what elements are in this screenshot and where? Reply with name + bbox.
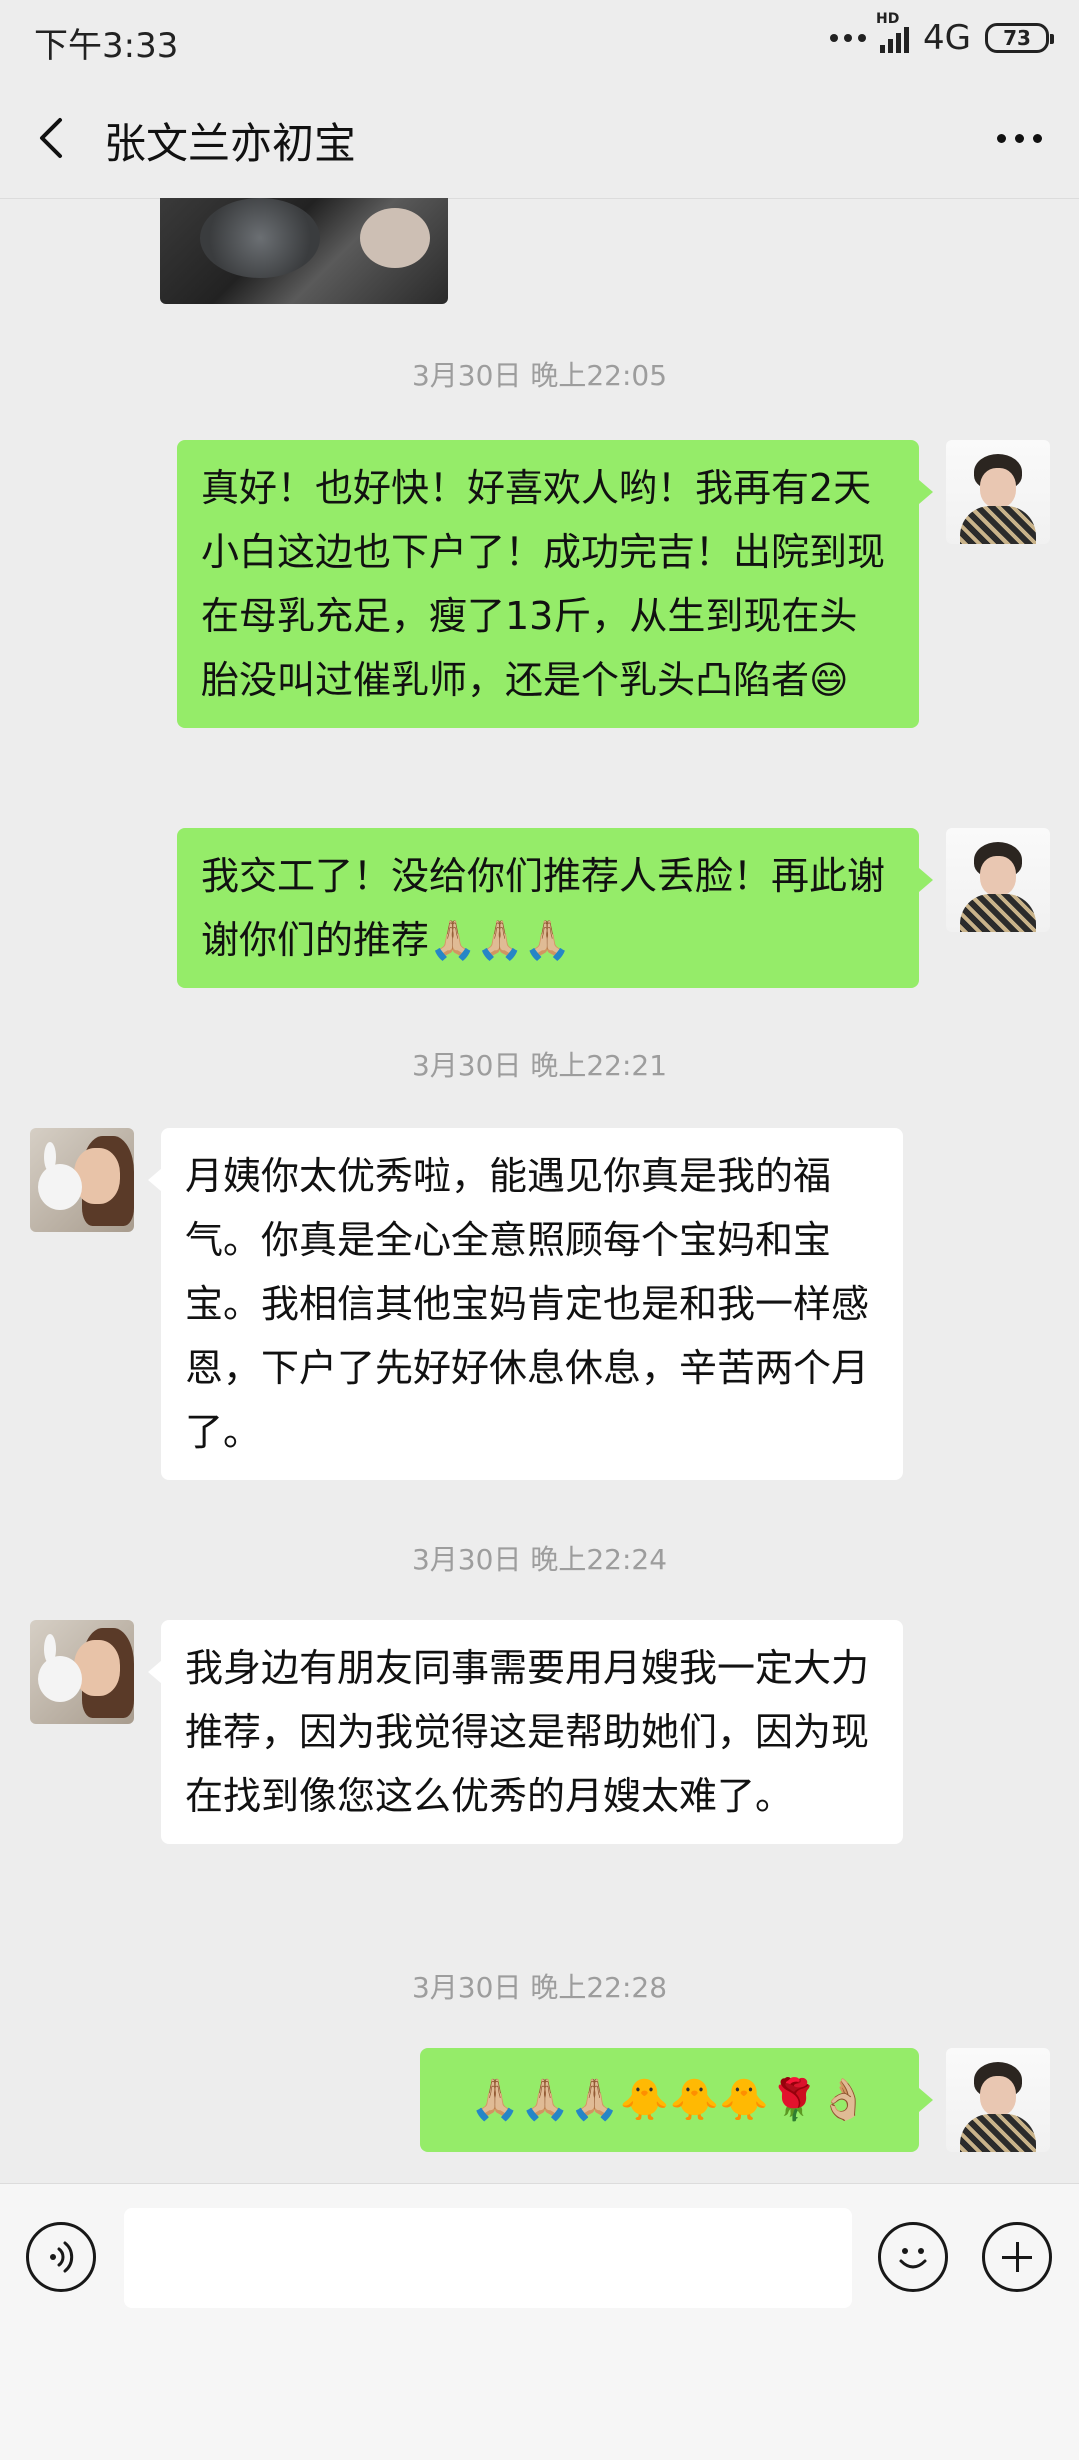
message-timestamp: 3月30日 晚上22:28 — [411, 1971, 668, 2004]
sent-message[interactable]: 真好！也好快！好喜欢人哟！我再有2天小白这边也下户了！成功完吉！出院到现在母乳充… — [177, 440, 919, 728]
plus-button[interactable] — [982, 2222, 1052, 2292]
hd-label: HD — [876, 11, 900, 27]
voice-icon — [50, 2241, 74, 2273]
my-avatar[interactable] — [946, 440, 1050, 544]
sent-message[interactable]: 🙏🏼🙏🏼🙏🏼🐥🐥🐥🌹👌🏼 — [420, 2048, 919, 2152]
message-input[interactable] — [124, 2208, 852, 2308]
message-text: 🙏🏼🙏🏼🙏🏼🐥🐥🐥🌹👌🏼 — [470, 2077, 869, 2123]
received-message[interactable]: 月姨你太优秀啦，能遇见你真是我的福气。你真是全心全意照顾每个宝妈和宝宝。我相信其… — [161, 1128, 903, 1480]
message-text: 我身边有朋友同事需要用月嫂我一定大力推荐，因为我觉得这是帮助她们，因为现在找到像… — [185, 1646, 870, 1818]
image-message[interactable] — [160, 198, 448, 304]
more-dots-icon — [996, 133, 1006, 143]
smiley-icon — [899, 2248, 927, 2269]
status-indicators: HD 4G 73 — [830, 11, 1054, 58]
notification-dots-icon — [830, 34, 867, 42]
my-avatar[interactable] — [946, 2048, 1050, 2152]
network-type: 4G — [923, 18, 971, 58]
message-timestamp: 3月30日 晚上22:05 — [411, 359, 668, 392]
received-message[interactable]: 我身边有朋友同事需要用月嫂我一定大力推荐，因为我觉得这是帮助她们，因为现在找到像… — [161, 1620, 903, 1844]
bubble-tail — [919, 480, 933, 504]
chat-title: 张文兰亦初宝 — [104, 119, 357, 168]
message-text: 我交工了！没给你们推荐人丢脸！再此谢谢你们的推荐🙏🏼🙏🏼🙏🏼 — [201, 854, 886, 962]
signal-icon: HD — [876, 11, 910, 53]
back-button[interactable] — [24, 106, 88, 170]
bubble-tail — [919, 2088, 933, 2112]
status-bar: 下午3:33 HD 4G 73 — [0, 0, 1079, 80]
bubble-tail — [919, 868, 933, 892]
bubble-tail — [148, 1168, 162, 1192]
back-arrow-icon — [40, 118, 62, 158]
message-text: 真好！也好快！好喜欢人哟！我再有2天小白这边也下户了！成功完吉！出院到现在母乳充… — [201, 466, 886, 702]
input-bar — [0, 2183, 1079, 2460]
message-timestamp: 3月30日 晚上22:21 — [411, 1049, 668, 1082]
emoji-button[interactable] — [878, 2222, 948, 2292]
battery-level: 73 — [1003, 26, 1031, 50]
battery-icon: 73 — [985, 23, 1054, 53]
voice-button[interactable] — [26, 2222, 96, 2292]
message-timestamp: 3月30日 晚上22:24 — [411, 1543, 668, 1576]
contact-avatar[interactable] — [30, 1620, 134, 1724]
status-time: 下午3:33 — [34, 26, 179, 66]
message-text: 月姨你太优秀啦，能遇见你真是我的福气。你真是全心全意照顾每个宝妈和宝宝。我相信其… — [185, 1154, 870, 1454]
chat-area[interactable]: 3月30日 晚上22:05 真好！也好快！好喜欢人哟！我再有2天小白这边也下户了… — [0, 198, 1079, 2183]
more-button[interactable] — [989, 110, 1049, 166]
chat-header: 张文兰亦初宝 — [0, 80, 1079, 199]
my-avatar[interactable] — [946, 828, 1050, 932]
sent-message[interactable]: 我交工了！没给你们推荐人丢脸！再此谢谢你们的推荐🙏🏼🙏🏼🙏🏼 — [177, 828, 919, 988]
contact-avatar[interactable] — [30, 1128, 134, 1232]
bubble-tail — [148, 1660, 162, 1684]
